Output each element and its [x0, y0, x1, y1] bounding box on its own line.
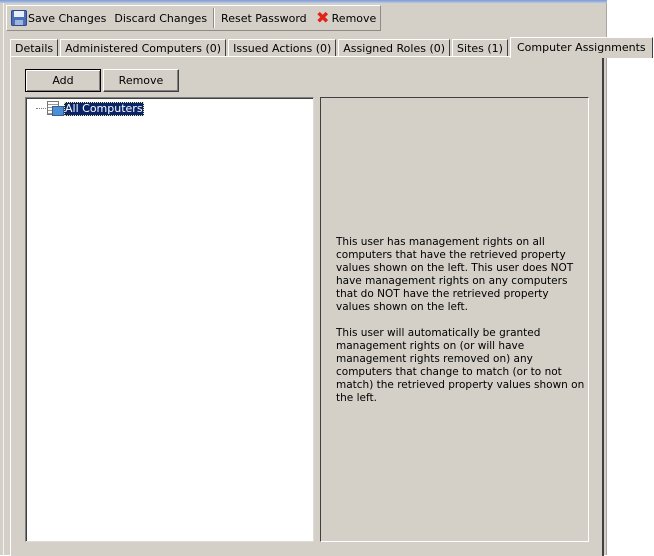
- tab-details[interactable]: Details: [10, 39, 59, 57]
- remove-user-label: Remove: [331, 11, 377, 25]
- info-paragraph-1: This user has management rights on all c…: [336, 236, 574, 313]
- reset-password-label: Reset Password: [221, 11, 307, 25]
- red-x-icon: ✖: [315, 8, 330, 27]
- toolbar-separator: [213, 8, 216, 28]
- reset-password-button[interactable]: Reset Password: [217, 7, 311, 29]
- discard-changes-label: Discard Changes: [114, 11, 208, 25]
- tab-computer-assignments[interactable]: Computer Assignments: [509, 37, 653, 58]
- console-window: Save Changes Discard Changes Reset Passw…: [0, 0, 653, 556]
- remove-button[interactable]: Remove: [103, 69, 179, 92]
- tab-strip: Details Administered Computers (0) Issue…: [10, 37, 654, 58]
- window-right-border: [606, 3, 607, 555]
- tab-issued-actions[interactable]: Issued Actions (0): [228, 39, 337, 57]
- computer-group-icon: [47, 101, 64, 116]
- toolbar: Save Changes Discard Changes Reset Passw…: [6, 5, 382, 31]
- computer-tree[interactable]: All Computers: [25, 97, 314, 542]
- save-changes-label: Save Changes: [28, 11, 107, 25]
- info-paragraph-2: This user will automatically be granted …: [336, 327, 585, 404]
- title-bar-edge: [0, 0, 607, 3]
- tree-node-all-computers[interactable]: All Computers: [36, 101, 144, 116]
- tab-assigned-roles[interactable]: Assigned Roles (0): [338, 39, 451, 57]
- remove-user-button[interactable]: ✖ Remove: [311, 7, 381, 29]
- tab-sites[interactable]: Sites (1): [452, 39, 508, 57]
- save-changes-button[interactable]: Save Changes: [7, 7, 110, 29]
- info-text: This user has management rights on all c…: [336, 236, 586, 418]
- tree-node-label: All Computers: [64, 101, 144, 116]
- window-left-border: [3, 3, 4, 555]
- tab-administered-computers[interactable]: Administered Computers (0): [60, 39, 227, 57]
- tree-connector: [36, 107, 46, 110]
- add-button[interactable]: Add: [25, 69, 101, 92]
- floppy-disk-icon: [11, 10, 27, 26]
- info-panel: This user has management rights on all c…: [320, 97, 589, 542]
- discard-changes-button[interactable]: Discard Changes: [110, 7, 211, 29]
